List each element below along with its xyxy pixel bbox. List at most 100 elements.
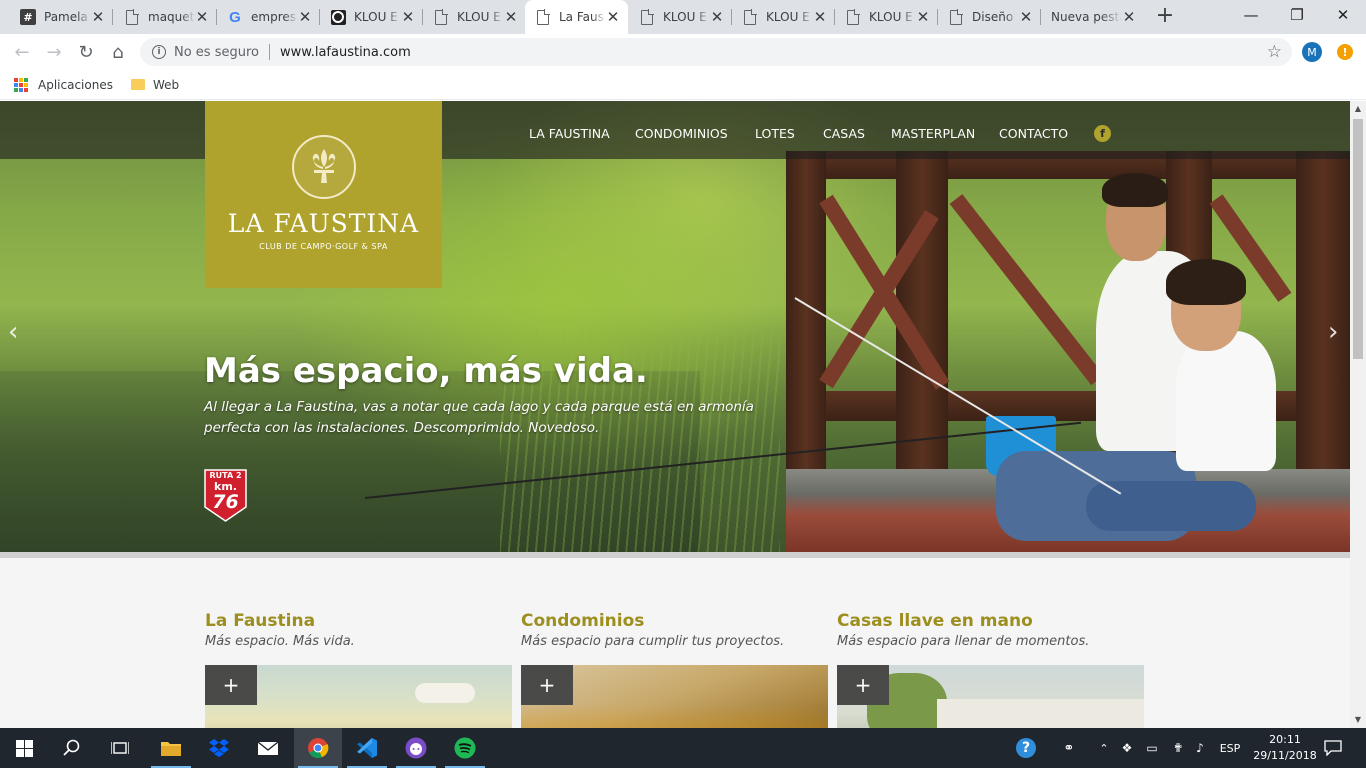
nav-masterplan[interactable]: MASTERPLAN — [891, 126, 975, 141]
expand-plus-button[interactable]: + — [205, 665, 257, 705]
tab-title: KLOU E — [869, 10, 913, 24]
dropbox-icon[interactable] — [195, 728, 243, 768]
bookmark-apps[interactable]: Aplicaciones — [38, 78, 113, 92]
people-icon[interactable]: ⚭ — [1058, 728, 1080, 768]
spotify-icon[interactable] — [441, 728, 489, 768]
hero-title: Más espacio, más vida. — [204, 351, 648, 391]
document-icon — [742, 9, 758, 25]
url-text[interactable]: www.lafaustina.com — [280, 45, 411, 60]
home-icon[interactable]: ⌂ — [105, 39, 131, 65]
nav-contacto[interactable]: CONTACTO — [999, 126, 1068, 141]
hash-icon: # — [20, 9, 36, 25]
card-la-faustina: La Faustina Más espacio. Más vida. + — [205, 611, 512, 728]
slider-next-icon[interactable]: › — [1328, 317, 1338, 347]
tab-close-icon[interactable]: ✕ — [91, 10, 105, 25]
folder-icon — [130, 79, 145, 90]
browser-tab[interactable]: KLOU E ✕ — [732, 0, 835, 34]
tab-title: maquet — [148, 10, 195, 24]
github-desktop-icon[interactable] — [392, 728, 440, 768]
card-image[interactable]: + — [837, 665, 1144, 728]
scroll-down-icon[interactable]: ▼ — [1350, 712, 1366, 728]
browser-tab[interactable]: KLOU E ✕ — [423, 0, 526, 34]
expand-plus-button[interactable]: + — [837, 665, 889, 705]
window-close-icon[interactable]: ✕ — [1320, 0, 1366, 30]
reload-icon[interactable]: ↻ — [73, 39, 99, 65]
browser-tab-active[interactable]: La Faus ✕ — [525, 0, 628, 34]
task-view-icon[interactable] — [96, 728, 144, 768]
slider-prev-icon[interactable]: ‹ — [8, 317, 18, 347]
card-title[interactable]: La Faustina — [205, 611, 512, 631]
chrome-icon[interactable] — [294, 728, 342, 768]
browser-tab[interactable]: KLOU E ✕ — [629, 0, 732, 34]
tab-close-icon[interactable]: ✕ — [195, 10, 209, 25]
nav-casas[interactable]: CASAS — [823, 126, 865, 141]
restore-icon[interactable]: ❐ — [1274, 0, 1320, 30]
tab-close-icon[interactable]: ✕ — [504, 10, 518, 25]
browser-tab[interactable]: Nueva pesta ✕ — [1041, 0, 1144, 34]
document-icon — [948, 9, 964, 25]
document-icon — [845, 9, 861, 25]
info-icon[interactable]: i — [152, 45, 166, 59]
nav-lotes[interactable]: LOTES — [755, 126, 795, 141]
tab-close-icon[interactable]: ✕ — [813, 10, 827, 25]
update-alert-icon[interactable]: ! — [1337, 44, 1353, 60]
profile-avatar[interactable]: M — [1302, 42, 1322, 62]
browser-tab[interactable]: maquet ✕ — [114, 0, 217, 34]
tab-title: Diseño — [972, 10, 1014, 24]
clock-date: 29/11/2018 — [1253, 749, 1317, 762]
minimize-icon[interactable]: — — [1228, 0, 1274, 30]
wifi-icon[interactable]: ✟ — [1168, 728, 1188, 768]
scroll-up-icon[interactable]: ▲ — [1350, 101, 1366, 117]
chevron-up-icon[interactable]: ⌃ — [1096, 728, 1112, 768]
tab-close-icon[interactable]: ✕ — [606, 10, 620, 25]
nav-condominios[interactable]: CONDOMINIOS — [635, 126, 728, 141]
omnibox-divider — [269, 44, 270, 60]
search-icon[interactable] — [48, 728, 96, 768]
hero-bottom-bar — [0, 552, 1350, 558]
new-tab-button[interactable]: + — [1153, 5, 1177, 29]
nav-la-faustina[interactable]: LA FAUSTINA — [529, 126, 610, 141]
bookmark-web[interactable]: Web — [153, 78, 179, 92]
badge-number: 76 — [212, 491, 239, 513]
tab-close-icon[interactable]: ✕ — [298, 10, 312, 25]
card-image[interactable]: + — [521, 665, 828, 728]
card-title[interactable]: Casas llave en mano — [837, 611, 1144, 631]
tab-close-icon[interactable]: ✕ — [916, 10, 930, 25]
tab-close-icon[interactable]: ✕ — [710, 10, 724, 25]
facebook-icon[interactable]: f — [1094, 125, 1111, 142]
bookmark-star-icon[interactable]: ☆ — [1267, 42, 1282, 62]
notifications-icon[interactable] — [1320, 728, 1346, 768]
battery-icon[interactable]: ▭ — [1143, 728, 1161, 768]
bookmarks-bar: Aplicaciones Web — [0, 70, 1366, 100]
document-icon — [124, 9, 140, 25]
forward-icon[interactable]: → — [41, 39, 67, 65]
card-title[interactable]: Condominios — [521, 611, 828, 631]
tab-close-icon[interactable]: ✕ — [1122, 10, 1136, 25]
file-explorer-icon[interactable] — [147, 728, 195, 768]
klou-icon — [330, 9, 346, 25]
browser-tab[interactable]: Diseño ✕ — [938, 0, 1041, 34]
clock[interactable]: 20:11 29/11/2018 — [1250, 732, 1320, 764]
expand-plus-button[interactable]: + — [521, 665, 573, 705]
windows-start-icon[interactable] — [0, 728, 48, 768]
vscode-icon[interactable] — [343, 728, 391, 768]
tab-close-icon[interactable]: ✕ — [401, 10, 415, 25]
dropbox-tray-icon[interactable]: ❖ — [1118, 728, 1136, 768]
card-image[interactable]: + — [205, 665, 512, 728]
apps-icon — [14, 77, 28, 92]
mail-icon[interactable] — [244, 728, 292, 768]
browser-tab[interactable]: G empres ✕ — [217, 0, 320, 34]
browser-tab[interactable]: KLOU E ✕ — [835, 0, 938, 34]
page-scrollbar[interactable]: ▲ ▼ — [1350, 101, 1366, 728]
back-icon[interactable]: ← — [9, 39, 35, 65]
tab-close-icon[interactable]: ✕ — [1019, 10, 1033, 25]
volume-icon[interactable]: ♪ — [1190, 728, 1210, 768]
tab-title: Nueva pesta — [1051, 10, 1122, 24]
language-indicator[interactable]: ESP — [1216, 728, 1244, 768]
help-icon[interactable]: ? — [1013, 728, 1039, 768]
browser-tab[interactable]: # Pamela ✕ — [10, 0, 113, 34]
address-bar[interactable]: i No es seguro www.lafaustina.com ☆ — [140, 38, 1292, 66]
scrollbar-thumb[interactable] — [1353, 119, 1363, 359]
tab-title: KLOU E — [354, 10, 398, 24]
browser-tab[interactable]: KLOU E ✕ — [320, 0, 423, 34]
